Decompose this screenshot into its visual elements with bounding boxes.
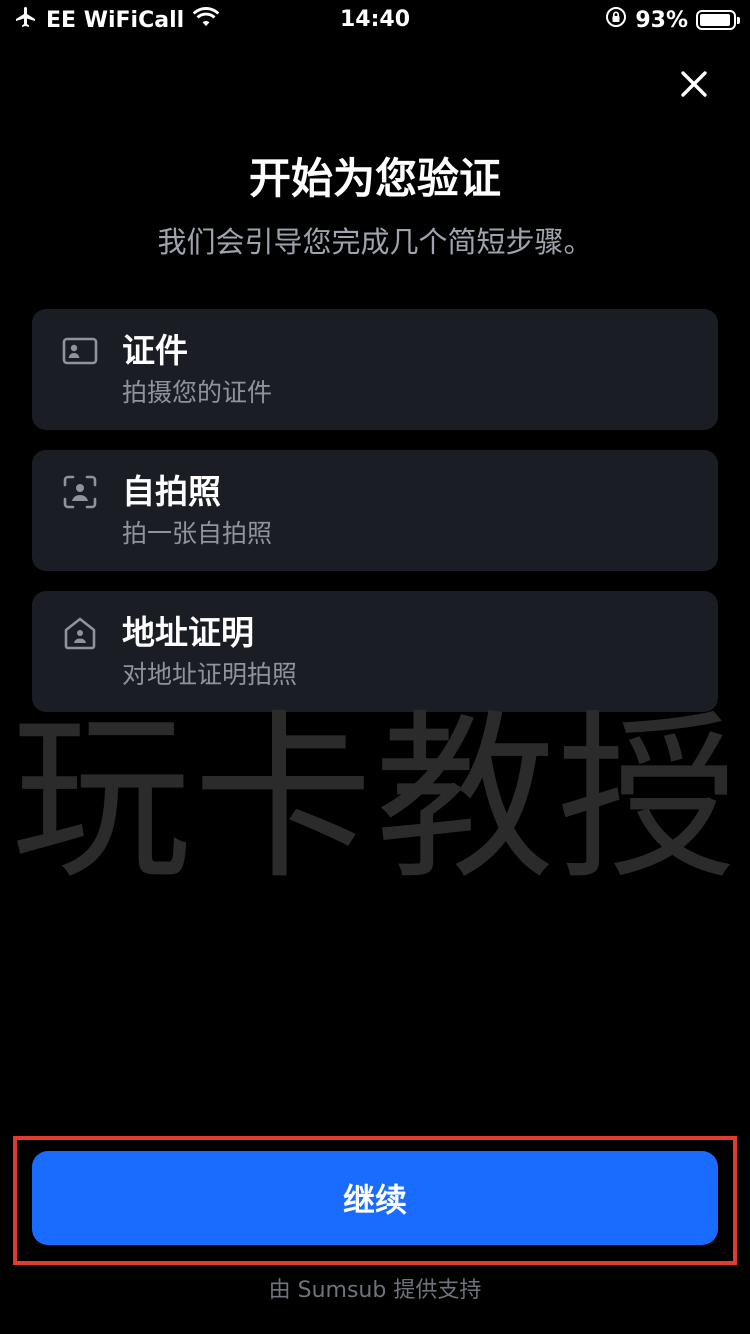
close-button[interactable] xyxy=(672,62,716,106)
rotation-lock-icon xyxy=(605,6,627,34)
page-title: 开始为您验证 xyxy=(248,154,501,203)
step-subtitle: 拍摄您的证件 xyxy=(122,378,273,407)
id-card-icon xyxy=(62,337,98,365)
step-card-selfie[interactable]: 自拍照 拍一张自拍照 xyxy=(32,450,718,571)
battery-cap xyxy=(737,17,740,24)
step-title: 地址证明 xyxy=(122,613,254,652)
status-bar: EE WiFiCall 14:40 93% xyxy=(0,0,750,40)
step-title: 证件 xyxy=(122,331,188,370)
step-subtitle: 拍一张自拍照 xyxy=(122,519,273,548)
continue-button[interactable]: 继续 xyxy=(32,1151,718,1245)
step-card-document[interactable]: 证件 拍摄您的证件 xyxy=(32,309,718,430)
powered-by-text: 由 Sumsub 提供支持 xyxy=(268,1278,482,1303)
selfie-frame-icon xyxy=(63,475,97,509)
watermark: 玩卡教授 xyxy=(10,695,739,904)
battery-percent: 93% xyxy=(635,7,688,33)
steps-list: 证件 拍摄您的证件 自拍照 拍一张自拍照 地址证明 对地址证明拍照 xyxy=(32,309,718,732)
page-subtitle: 我们会引导您完成几个简短步骤。 xyxy=(157,225,593,259)
step-title: 自拍照 xyxy=(122,472,221,511)
battery-fill xyxy=(700,14,730,26)
step-card-address[interactable]: 地址证明 对地址证明拍照 xyxy=(32,591,718,712)
battery-icon xyxy=(696,10,740,30)
status-right: 93% xyxy=(605,6,740,34)
step-subtitle: 对地址证明拍照 xyxy=(122,660,298,689)
home-icon xyxy=(64,617,96,650)
close-icon xyxy=(681,71,707,97)
